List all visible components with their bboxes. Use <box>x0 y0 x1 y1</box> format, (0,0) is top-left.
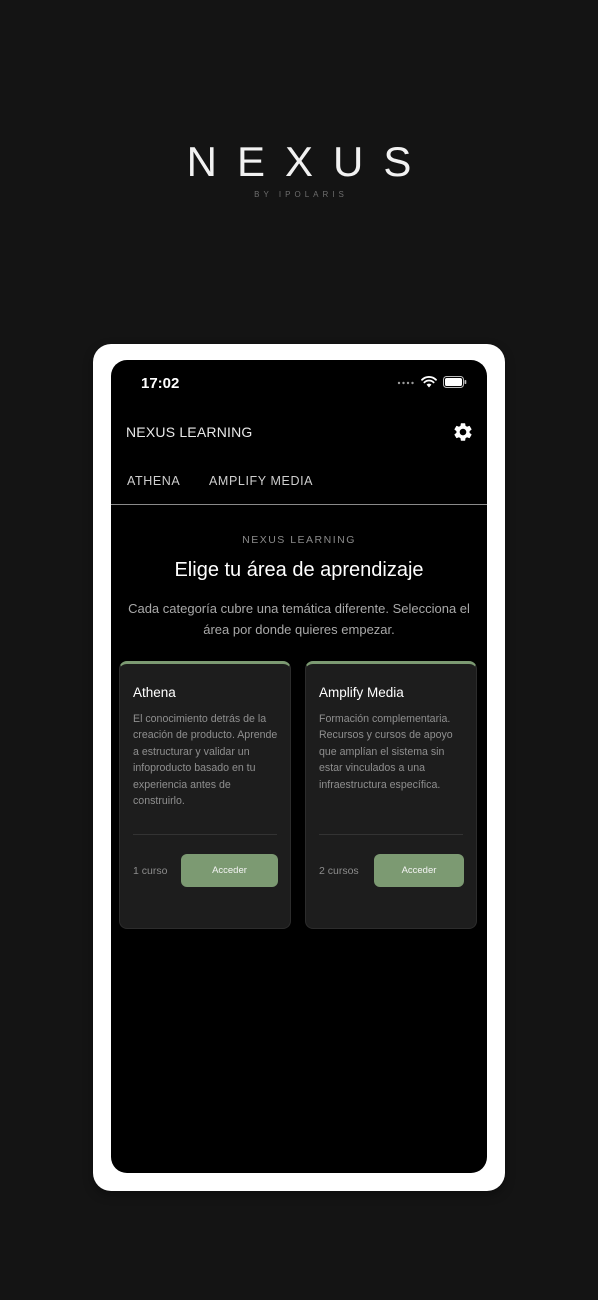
card-title: Amplify Media <box>319 685 404 700</box>
tab-bar: ATHENA AMPLIFY MEDIA <box>111 464 487 505</box>
card-divider <box>133 834 277 835</box>
card-description: Formación complementaria. Recursos y cur… <box>319 713 453 791</box>
category-card-athena: Athena El conocimiento detrás de la crea… <box>119 661 291 929</box>
status-bar: 17:02 <box>111 360 487 408</box>
battery-icon <box>443 376 467 388</box>
card-description: El conocimiento detrás de la creación de… <box>133 713 278 808</box>
brand-logo: NEXUS BY IPOLARIS <box>0 138 598 199</box>
status-time: 17:02 <box>141 375 180 392</box>
page-subtitle: Cada categoría cubre una temática difere… <box>128 601 470 637</box>
course-count: 2 cursos <box>319 865 359 877</box>
access-button-amplify-media[interactable]: Acceder <box>374 854 464 887</box>
section-overline: NEXUS LEARNING <box>242 534 356 546</box>
brand-tagline: BY IPOLARIS <box>254 190 348 199</box>
page-title: Elige tu área de aprendizaje <box>174 559 424 581</box>
course-count: 1 curso <box>133 865 168 877</box>
signal-icon <box>397 381 414 385</box>
phone-frame: 17:02 NEXUS LEARNING ATHENA AMPLIFY MEDI… <box>93 344 505 1191</box>
app-title: NEXUS LEARNING <box>126 424 253 440</box>
brand-name: NEXUS <box>186 138 432 185</box>
app-screen: 17:02 NEXUS LEARNING ATHENA AMPLIFY MEDI… <box>111 360 487 1173</box>
access-button-athena[interactable]: Acceder <box>181 854 278 887</box>
card-divider <box>319 834 463 835</box>
gear-icon[interactable] <box>452 421 474 443</box>
wifi-icon <box>421 376 437 388</box>
tab-athena[interactable]: ATHENA <box>127 474 180 488</box>
tab-amplify-media[interactable]: AMPLIFY MEDIA <box>209 474 313 488</box>
app-bar: NEXUS LEARNING <box>111 414 487 450</box>
status-icons <box>397 376 467 388</box>
page: NEXUS BY IPOLARIS 17:02 NEXUS LEARNING A… <box>0 0 598 1300</box>
category-card-amplify-media: Amplify Media Formación complementaria. … <box>305 661 477 929</box>
card-title: Athena <box>133 685 176 700</box>
